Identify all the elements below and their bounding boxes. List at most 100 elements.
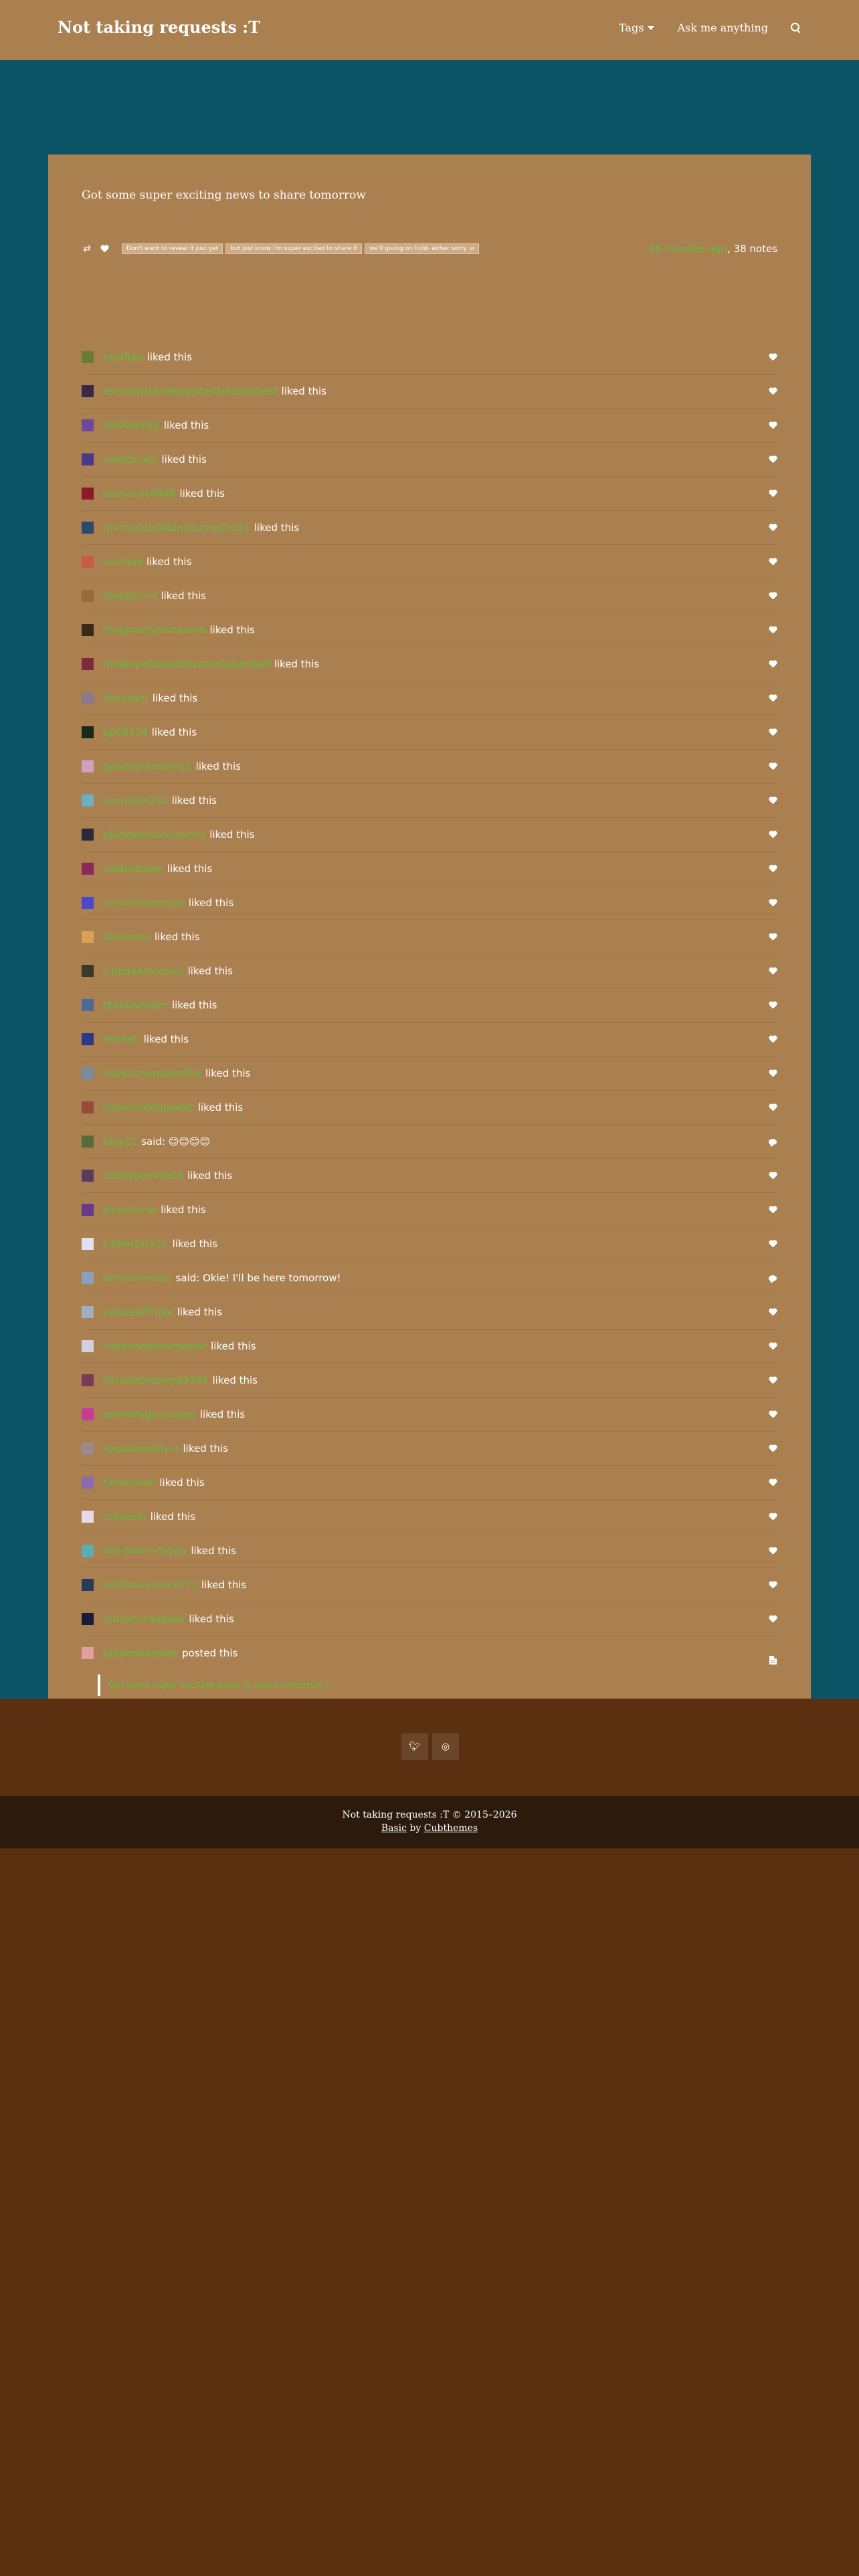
- note-username[interactable]: mmanyellowsarfacesortyourshelf: [103, 658, 270, 670]
- note-username[interactable]: yeasleaffingle: [103, 1306, 173, 1318]
- avatar[interactable]: [82, 1442, 94, 1455]
- note-username[interactable]: kibbertails12: [103, 1238, 169, 1250]
- avatar[interactable]: [82, 556, 94, 568]
- note-username[interactable]: mzaftaz: [103, 351, 143, 363]
- avatar[interactable]: [82, 1613, 94, 1625]
- search-button[interactable]: [791, 22, 801, 33]
- avatar[interactable]: [82, 794, 94, 807]
- avatar[interactable]: [82, 760, 94, 772]
- note-username[interactable]: itsrosiephoneyd3785: [103, 1374, 209, 1386]
- avatar[interactable]: [82, 385, 94, 397]
- note-username[interactable]: dlw-orben-bigslp: [103, 1545, 187, 1557]
- note-username[interactable]: kipuaaamcesalz: [103, 965, 184, 977]
- note-username[interactable]: sortfamisty: [103, 419, 160, 431]
- avatar[interactable]: [82, 999, 94, 1011]
- avatar[interactable]: [82, 1511, 94, 1523]
- note-username[interactable]: crltjsenh: [103, 1511, 147, 1523]
- note-action: liked this: [161, 590, 206, 602]
- note-username[interactable]: fenowlvmkelz: [103, 1272, 172, 1284]
- note-username[interactable]: doddlyrem: [103, 590, 157, 602]
- note-username[interactable]: tbeeljwnoom: [103, 999, 168, 1011]
- avatar[interactable]: [82, 1340, 94, 1352]
- avatar[interactable]: [82, 1101, 94, 1113]
- post-timestamp[interactable]: 46 minutes ago: [649, 243, 727, 255]
- avatar[interactable]: [82, 897, 94, 909]
- avatar[interactable]: [82, 488, 94, 500]
- note-username[interactable]: hakanadnounmaster: [103, 1340, 207, 1352]
- avatar[interactable]: [82, 1170, 94, 1182]
- note-username[interactable]: adultsbanesh88: [103, 1170, 183, 1182]
- avatar[interactable]: [82, 1545, 94, 1557]
- avatar[interactable]: [82, 453, 94, 465]
- site-title[interactable]: Not taking requests :T: [58, 17, 260, 37]
- post-tag[interactable]: Don't want to reveal it just yet: [122, 243, 223, 254]
- note-username[interactable]: fumoloveil: [103, 1477, 155, 1489]
- note-username[interactable]: kaposumeilly-n: [103, 1442, 179, 1455]
- reblog-icon[interactable]: ⇄: [82, 243, 92, 254]
- note-username[interactable]: orbsanchaspilea: [103, 1613, 185, 1625]
- avatar[interactable]: [82, 624, 94, 636]
- avatar[interactable]: [82, 1306, 94, 1318]
- instagram-button[interactable]: ◎: [432, 1733, 459, 1760]
- avatar[interactable]: [82, 351, 94, 363]
- avatar[interactable]: [82, 829, 94, 841]
- note-username[interactable]: baekachewimeuthe: [103, 1067, 201, 1079]
- note-username[interactable]: leoleeh: [103, 1033, 140, 1045]
- avatar[interactable]: [82, 1579, 94, 1591]
- note-username[interactable]: nicotiak: [103, 556, 142, 568]
- avatar[interactable]: [82, 965, 94, 977]
- nav-ask[interactable]: Ask me anything: [677, 21, 768, 34]
- note-item: silentblueli liked this: [82, 443, 777, 477]
- avatar[interactable]: [82, 658, 94, 670]
- avatar[interactable]: [82, 931, 94, 943]
- note-username[interactable]: bp09234: [103, 726, 148, 738]
- note-username[interactable]: sunnyfox210: [103, 794, 168, 807]
- avatar[interactable]: [82, 1136, 94, 1148]
- avatar[interactable]: [82, 522, 94, 534]
- avatar[interactable]: [82, 1408, 94, 1420]
- avatar[interactable]: [82, 1272, 94, 1284]
- like-icon-wrap: [768, 421, 777, 430]
- post-tag[interactable]: but just know i'm super excited to share…: [225, 243, 363, 254]
- note-username[interactable]: pluckwasdaocasions: [103, 829, 205, 841]
- avatar[interactable]: [82, 1204, 94, 1216]
- like-button[interactable]: [99, 243, 110, 254]
- heart-icon: [769, 456, 777, 463]
- avatar[interactable]: [82, 590, 94, 602]
- note-username[interactable]: seinnefsgenuiness: [103, 1408, 196, 1420]
- note-item: tbeeljwnoom liked this: [82, 988, 777, 1023]
- note-username[interactable]: pearlbentos0m11: [103, 760, 192, 772]
- twitter-button[interactable]: 🐦︎: [401, 1733, 428, 1760]
- note-username[interactable]: bbjy11: [103, 1136, 137, 1148]
- note-username[interactable]: veralineshangsz: [103, 897, 185, 909]
- avatar[interactable]: [82, 1477, 94, 1489]
- nav-tags[interactable]: Tags: [619, 21, 655, 34]
- note-username[interactable]: lunnakiss6888: [103, 488, 176, 500]
- like-icon-wrap: [768, 966, 777, 976]
- note-username[interactable]: jimikerialkedowlet: [103, 1101, 194, 1113]
- avatar[interactable]: [82, 1238, 94, 1250]
- note-username[interactable]: theghostlycinnamon: [103, 624, 205, 636]
- note-action: liked this: [147, 556, 192, 568]
- post-tag[interactable]: we'll giving on hold- either sorry :o: [365, 243, 479, 254]
- avatar[interactable]: [82, 1033, 94, 1045]
- avatar[interactable]: [82, 863, 94, 875]
- avatar[interactable]: [82, 726, 94, 738]
- avatar[interactable]: [82, 419, 94, 431]
- note-username[interactable]: walkadrawn: [103, 863, 163, 875]
- avatar[interactable]: [82, 1067, 94, 1079]
- theme-link[interactable]: Basic: [381, 1823, 407, 1834]
- author-link[interactable]: Cubthemes: [424, 1823, 478, 1834]
- note-username[interactable]: lenymarrakvedayjstastbeanadbest: [103, 385, 278, 397]
- avatar[interactable]: [82, 692, 94, 704]
- note-username[interactable]: bbtylmhaeylee: [103, 1647, 178, 1659]
- note-username[interactable]: dailysum: [103, 692, 149, 704]
- note-username[interactable]: mermaidoradandoumed2021: [103, 522, 250, 534]
- note-username[interactable]: jackyrouse: [103, 1204, 157, 1216]
- note-username[interactable]: kbboozes: [103, 931, 151, 943]
- note-username[interactable]: bettbee-snow4377: [103, 1579, 197, 1591]
- notes-list: mzaftaz liked this lenymarrakvedayjstastbe…: [82, 340, 777, 1696]
- avatar[interactable]: [82, 1647, 94, 1659]
- note-username[interactable]: silentblueli: [103, 453, 158, 465]
- avatar[interactable]: [82, 1374, 94, 1386]
